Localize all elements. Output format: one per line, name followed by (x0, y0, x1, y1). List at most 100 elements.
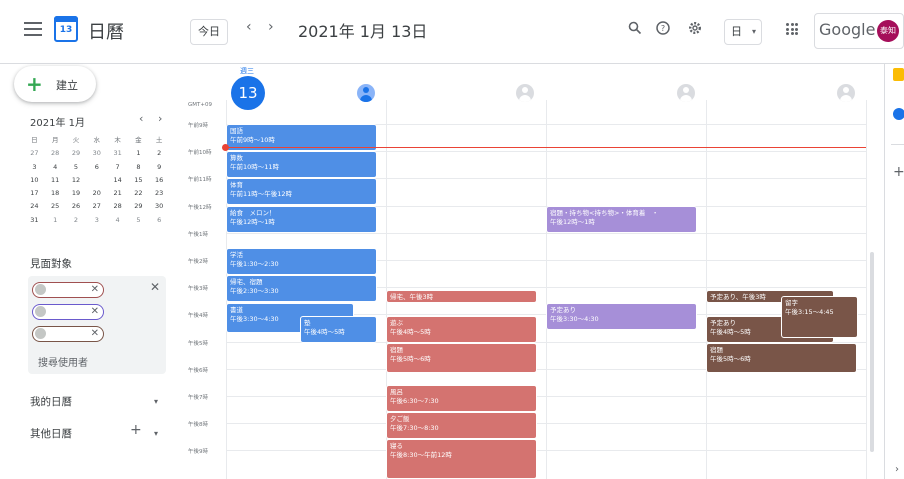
mini-day[interactable]: 25 (45, 200, 66, 213)
mini-day[interactable]: 4 (45, 161, 66, 174)
remove-icon[interactable]: ✕ (91, 327, 99, 340)
apps-grid-icon[interactable] (786, 23, 798, 35)
mini-day[interactable]: 27 (86, 200, 107, 213)
person-chip[interactable]: ✕ (32, 326, 104, 342)
column-avatar-icon (357, 84, 375, 102)
calendar-event[interactable]: 給食 メロン！ 午後12時～1時 (226, 206, 377, 233)
calendar-event[interactable]: 算数 午前10時～11時 (226, 151, 377, 178)
mini-day[interactable]: 17 (24, 187, 45, 200)
mini-day[interactable]: 29 (128, 200, 149, 213)
mini-day[interactable]: 29 (66, 147, 87, 160)
mini-day[interactable]: 20 (86, 187, 107, 200)
mini-day[interactable]: 22 (128, 187, 149, 200)
mini-day[interactable]: 24 (24, 200, 45, 213)
calendar-event[interactable]: 風呂 午後6:30～7:30 (386, 385, 537, 412)
mini-day[interactable]: 10 (24, 174, 45, 187)
help-icon[interactable]: ? (656, 21, 670, 35)
calendar-event[interactable]: 留字 午後3:15～4:45 (781, 296, 858, 338)
search-users-input[interactable]: 搜尋使用者 (38, 354, 88, 369)
chevron-right-icon[interactable]: › (895, 464, 899, 475)
calendar-event[interactable]: 遊ぶ 午後4時～5時 (386, 316, 537, 343)
remove-icon[interactable]: ✕ (91, 305, 99, 318)
column-avatar-icon (677, 84, 695, 102)
mini-day[interactable]: 31 (24, 214, 45, 227)
grid-scrollbar[interactable] (870, 252, 874, 452)
prev-day-button[interactable]: ‹ (246, 19, 252, 35)
event-title: 宿題 (390, 346, 403, 354)
other-calendars-title[interactable]: 其他日曆 (30, 426, 72, 441)
calendar-event[interactable]: 帰宅、宿題 午後2:30～3:30 (226, 275, 377, 302)
person-chip[interactable]: ✕ (32, 304, 104, 320)
calendar-event[interactable]: 寝る 午後8:30～午前12時 (386, 439, 537, 479)
mini-day[interactable]: 30 (86, 147, 107, 160)
settings-gear-icon[interactable] (688, 21, 702, 35)
mini-day[interactable]: 2 (66, 214, 87, 227)
mini-day[interactable]: 18 (45, 187, 66, 200)
mini-day[interactable]: 11 (45, 174, 66, 187)
account-box[interactable]: Google 泰知 (814, 13, 904, 49)
mini-prev-month-button[interactable]: ‹ (139, 112, 143, 125)
mini-day[interactable]: 15 (128, 174, 149, 187)
mini-day[interactable]: 3 (24, 161, 45, 174)
mini-day[interactable]: 28 (107, 200, 128, 213)
calendar-event[interactable]: 学活 午後1:30～2:30 (226, 248, 377, 275)
calendar-event[interactable]: 予定あり 午後3:30～4:30 (546, 303, 697, 330)
calendar-event[interactable]: 宿題・持ち物<持ち物>・体育着 ・午後12時～1時 (546, 206, 697, 233)
people-search-box: ✕ ✕ ✕ ✕ 搜尋使用者 (28, 276, 166, 374)
google-wordmark: Google (819, 20, 876, 39)
main-menu-icon[interactable] (24, 22, 42, 36)
mini-day[interactable]: 12 (66, 174, 87, 187)
search-icon[interactable] (628, 21, 642, 35)
mini-day[interactable]: 27 (24, 147, 45, 160)
view-select-label: 日 (731, 25, 742, 38)
mini-day[interactable]: 21 (107, 187, 128, 200)
mini-day[interactable]: 30 (149, 200, 170, 213)
chevron-down-icon[interactable]: ▾ (154, 429, 158, 438)
mini-day[interactable]: 3 (86, 214, 107, 227)
user-avatar[interactable]: 泰知 (877, 20, 899, 42)
mini-day[interactable]: 13 (86, 173, 107, 188)
mini-day[interactable]: 23 (149, 187, 170, 200)
app-title[interactable]: 日曆 (88, 18, 124, 44)
keep-icon[interactable] (893, 68, 904, 81)
view-select[interactable]: 日 ▾ (724, 19, 762, 45)
mini-day[interactable]: 7 (107, 161, 128, 174)
add-addon-icon[interactable]: + (893, 164, 904, 180)
mini-day[interactable]: 16 (149, 174, 170, 187)
mini-day[interactable]: 5 (128, 214, 149, 227)
my-calendars-title[interactable]: 我的日曆 (30, 394, 72, 409)
mini-day[interactable]: 26 (66, 200, 87, 213)
mini-day[interactable]: 5 (66, 161, 87, 174)
calendar-event[interactable]: 塾午後4時～5時 (300, 316, 377, 343)
mini-day[interactable]: 6 (86, 161, 107, 174)
mini-day[interactable]: 28 (45, 147, 66, 160)
calendar-event[interactable]: 宿題 午後5時～6時 (386, 343, 537, 373)
calendar-event[interactable]: 宿題 午後5時～6時 (706, 343, 857, 373)
calendar-event[interactable]: 夕ご飯 午後7:30～8:30 (386, 412, 537, 439)
remove-icon[interactable]: ✕ (91, 283, 99, 296)
mini-day[interactable]: 19 (66, 187, 87, 200)
calendar-logo-icon[interactable]: 13 (54, 16, 78, 42)
add-calendar-icon[interactable]: + (130, 422, 142, 438)
next-day-button[interactable]: › (268, 19, 274, 35)
person-chip[interactable]: ✕ (32, 282, 104, 298)
mini-day[interactable]: 31 (107, 147, 128, 160)
mini-day[interactable]: 8 (128, 161, 149, 174)
calendar-event[interactable]: 体育 午前11時～午後12時 (226, 178, 377, 205)
mini-day[interactable]: 1 (45, 214, 66, 227)
create-button[interactable]: + 建立 (14, 66, 96, 102)
close-icon[interactable]: ✕ (150, 280, 160, 294)
mini-day[interactable]: 9 (149, 161, 170, 174)
mini-day[interactable]: 1 (128, 147, 149, 160)
calendar-event[interactable]: 帰宅、午後3時 (386, 290, 537, 303)
mini-day[interactable]: 2 (149, 147, 170, 160)
mini-day[interactable]: 6 (149, 214, 170, 227)
day-number[interactable]: 13 (231, 76, 265, 110)
mini-next-month-button[interactable]: › (158, 112, 162, 125)
hour-label: 午後8時 (188, 422, 208, 429)
chevron-down-icon[interactable]: ▾ (154, 397, 158, 406)
mini-day[interactable]: 4 (107, 214, 128, 227)
tasks-icon[interactable] (893, 108, 904, 120)
today-button[interactable]: 今日 (190, 19, 228, 45)
mini-day[interactable]: 14 (107, 174, 128, 187)
